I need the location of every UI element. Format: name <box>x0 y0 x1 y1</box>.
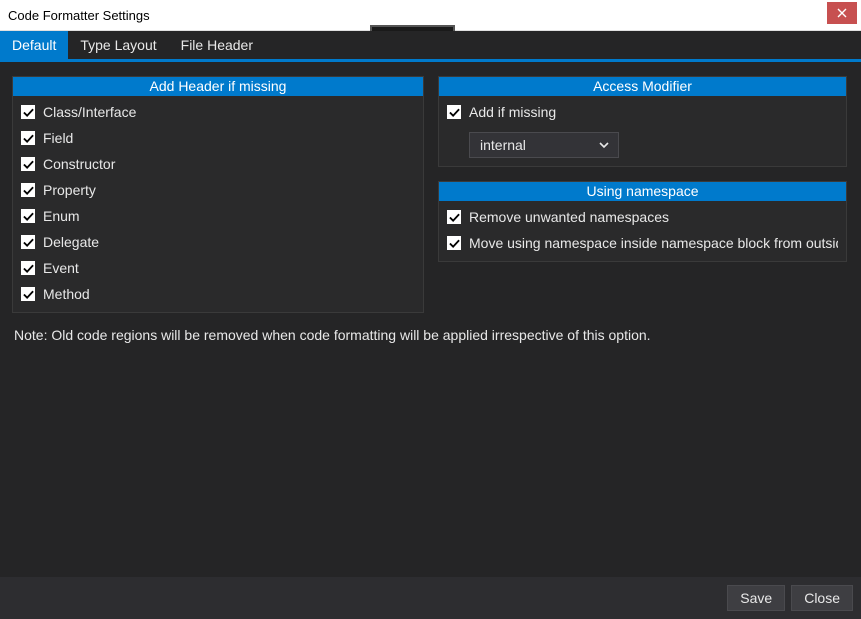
note-text: Note: Old code regions will be removed w… <box>0 321 861 349</box>
panel-add-header: Add Header if missing Class/Interface Fi… <box>12 76 424 313</box>
tab-type-layout[interactable]: Type Layout <box>68 31 168 59</box>
window-body: Default Type Layout File Header Add Head… <box>0 31 861 619</box>
check-icon <box>449 238 460 249</box>
tabs: Default Type Layout File Header <box>0 31 861 62</box>
access-modifier-select[interactable]: internal <box>469 132 619 158</box>
check-icon <box>23 185 34 196</box>
check-delegate: Delegate <box>21 232 415 252</box>
check-label: Enum <box>43 206 80 226</box>
tab-default[interactable]: Default <box>0 31 68 59</box>
check-label: Method <box>43 284 90 304</box>
save-button[interactable]: Save <box>727 585 785 611</box>
check-label: Field <box>43 128 73 148</box>
select-value: internal <box>480 137 526 153</box>
check-move-using: Move using namespace inside namespace bl… <box>447 233 838 253</box>
panel-using-namespace-title: Using namespace <box>439 182 846 201</box>
check-class-interface: Class/Interface <box>21 102 415 122</box>
window-title: Code Formatter Settings <box>8 8 150 23</box>
select-wrap: internal <box>469 132 838 158</box>
check-icon <box>449 212 460 223</box>
check-icon <box>23 289 34 300</box>
panel-add-header-body: Class/Interface Field Constructor Proper… <box>13 96 423 312</box>
check-constructor: Constructor <box>21 154 415 174</box>
close-icon <box>837 8 847 18</box>
panel-using-namespace-body: Remove unwanted namespaces Move using na… <box>439 201 846 261</box>
checkbox-field[interactable] <box>21 131 35 145</box>
check-icon <box>23 107 34 118</box>
check-enum: Enum <box>21 206 415 226</box>
check-label: Property <box>43 180 96 200</box>
checkbox-delegate[interactable] <box>21 235 35 249</box>
check-icon <box>23 263 34 274</box>
check-label: Remove unwanted namespaces <box>469 207 669 227</box>
panel-access-modifier-title: Access Modifier <box>439 77 846 96</box>
footer: Save Close <box>0 577 861 619</box>
close-button[interactable]: Close <box>791 585 853 611</box>
checkbox-class-interface[interactable] <box>21 105 35 119</box>
check-event: Event <box>21 258 415 278</box>
check-remove-unwanted: Remove unwanted namespaces <box>447 207 838 227</box>
checkbox-add-if-missing[interactable] <box>447 105 461 119</box>
checkbox-constructor[interactable] <box>21 157 35 171</box>
content: Add Header if missing Class/Interface Fi… <box>0 62 861 321</box>
check-label: Class/Interface <box>43 102 136 122</box>
chevron-down-icon <box>598 139 610 151</box>
check-icon <box>449 107 460 118</box>
checkbox-enum[interactable] <box>21 209 35 223</box>
checkbox-remove-unwanted[interactable] <box>447 210 461 224</box>
check-label: Event <box>43 258 79 278</box>
check-add-if-missing: Add if missing <box>447 102 838 122</box>
check-icon <box>23 133 34 144</box>
right-column: Access Modifier Add if missing internal <box>438 76 847 313</box>
check-method: Method <box>21 284 415 304</box>
panel-add-header-title: Add Header if missing <box>13 77 423 96</box>
check-field: Field <box>21 128 415 148</box>
panel-using-namespace: Using namespace Remove unwanted namespac… <box>438 181 847 262</box>
panel-access-modifier-body: Add if missing internal <box>439 96 846 166</box>
checkbox-event[interactable] <box>21 261 35 275</box>
checkbox-move-using[interactable] <box>447 236 461 250</box>
window-close-button[interactable] <box>827 2 857 24</box>
panel-access-modifier: Access Modifier Add if missing internal <box>438 76 847 167</box>
check-icon <box>23 237 34 248</box>
check-property: Property <box>21 180 415 200</box>
tab-file-header[interactable]: File Header <box>169 31 265 59</box>
check-label: Delegate <box>43 232 99 252</box>
checkbox-method[interactable] <box>21 287 35 301</box>
checkbox-property[interactable] <box>21 183 35 197</box>
check-label: Move using namespace inside namespace bl… <box>469 233 838 253</box>
check-icon <box>23 211 34 222</box>
check-label: Add if missing <box>469 102 556 122</box>
check-icon <box>23 159 34 170</box>
check-label: Constructor <box>43 154 115 174</box>
